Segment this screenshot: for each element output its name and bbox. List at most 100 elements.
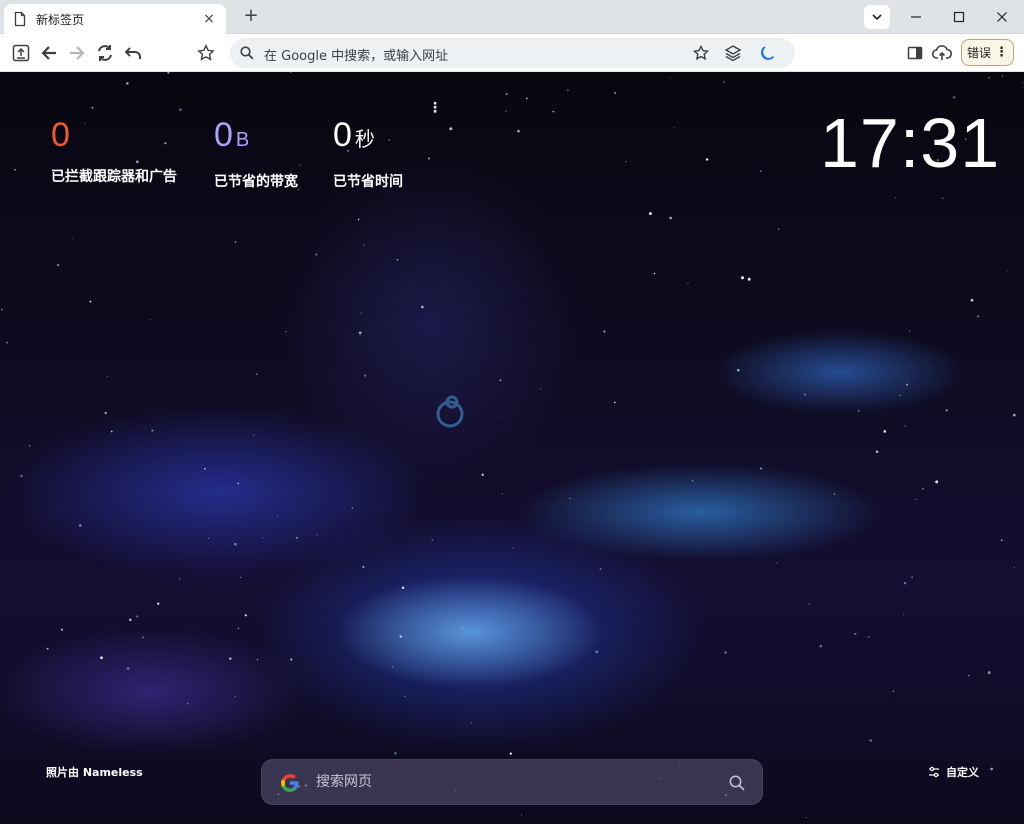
undo-button[interactable]: [122, 42, 144, 64]
address-bar[interactable]: 在 Google 中搜索，或输入网址: [230, 38, 795, 68]
star: [512, 547, 514, 549]
bandwidth-count: 0B: [214, 116, 250, 154]
star: [481, 473, 484, 476]
star: [894, 197, 896, 199]
star: [470, 722, 473, 724]
star: [854, 632, 857, 636]
minimize-icon: [911, 16, 921, 18]
star: [315, 253, 318, 256]
star: [967, 674, 970, 677]
search-icon[interactable]: [728, 774, 746, 792]
star: [723, 81, 725, 83]
error-label: 错误: [966, 46, 991, 60]
star: [977, 315, 979, 318]
web-search-box[interactable]: [261, 759, 763, 805]
star: [867, 635, 870, 638]
watermark-logo: [436, 395, 464, 428]
star: [363, 374, 367, 377]
star: [256, 658, 259, 661]
reload-button[interactable]: [94, 42, 116, 64]
star: [648, 212, 652, 216]
photo-credit-link[interactable]: 照片由 Nameless: [46, 764, 143, 780]
error-menu-button[interactable]: 错误 ⋮: [961, 39, 1014, 66]
dark-mode-moon-icon[interactable]: [758, 44, 776, 62]
maximize-button[interactable]: [937, 0, 981, 34]
web-search-input[interactable]: [316, 760, 716, 804]
bandwidth-unit: B: [235, 129, 250, 151]
customize-label: 自定义: [946, 766, 979, 779]
star: [208, 537, 210, 539]
stat-bandwidth-saved: 0B 已节省的带宽: [214, 116, 298, 191]
star: [857, 410, 860, 412]
star: [244, 614, 247, 617]
time-label: 已节省时间: [333, 174, 403, 190]
trackers-count: 0: [51, 116, 70, 154]
bandwidth-label: 已节省的带宽: [214, 174, 298, 190]
star: [904, 425, 906, 427]
star: [911, 576, 913, 579]
star: [1012, 413, 1016, 417]
star: [57, 264, 60, 267]
star: [533, 239, 535, 241]
title-bar: 新标签页 × +: [0, 0, 1024, 34]
star: [903, 582, 907, 585]
back-button[interactable]: [38, 42, 60, 64]
star: [362, 565, 365, 568]
close-icon: [997, 12, 1007, 22]
star: [461, 626, 463, 629]
upload-page-button[interactable]: [10, 42, 32, 64]
star: [906, 383, 909, 386]
star: [392, 666, 394, 668]
extension-layers-icon[interactable]: [724, 44, 742, 62]
star: [106, 375, 109, 378]
star: [567, 89, 569, 91]
star: [819, 644, 823, 648]
new-tab-button[interactable]: +: [240, 6, 262, 28]
star: [990, 767, 993, 771]
star: [1006, 270, 1008, 272]
star: [299, 164, 301, 166]
tab-search-button[interactable]: [864, 5, 890, 29]
star: [569, 497, 571, 500]
bookmark-star-icon[interactable]: [692, 44, 710, 62]
star: [91, 106, 94, 109]
star: [760, 467, 762, 470]
forward-button[interactable]: [66, 42, 88, 64]
star: [875, 450, 879, 454]
star: [653, 272, 656, 275]
star: [505, 110, 507, 112]
side-panel-icon: [907, 46, 923, 60]
stats-more-menu-icon[interactable]: ⋮: [428, 101, 442, 122]
star: [603, 330, 606, 333]
star: [157, 602, 160, 605]
star: [72, 238, 74, 240]
star: [178, 108, 182, 112]
star: [449, 127, 453, 131]
star: [150, 318, 152, 321]
bookmark-page-button[interactable]: [195, 42, 217, 64]
star: [234, 241, 237, 243]
cloud-sync-button[interactable]: [931, 42, 953, 64]
star: [892, 690, 895, 693]
trackers-label: 已拦截跟踪器和广告: [51, 169, 177, 185]
star: [1, 308, 3, 311]
star: [253, 434, 255, 436]
star: [833, 493, 836, 495]
star: [404, 695, 406, 697]
close-tab-icon[interactable]: ×: [200, 11, 218, 27]
minimize-button[interactable]: [894, 0, 938, 34]
star: [899, 394, 901, 396]
star: [229, 657, 232, 660]
tab-new-tab[interactable]: 新标签页 ×: [4, 4, 226, 34]
close-window-button[interactable]: [980, 0, 1024, 34]
toolbar: 在 Google 中搜索，或输入网址 错误 ⋮: [0, 34, 1024, 72]
side-panel-button[interactable]: [904, 42, 926, 64]
star: [316, 534, 318, 536]
customize-button[interactable]: 自定义: [928, 764, 979, 780]
star: [89, 300, 92, 303]
star: [357, 218, 360, 221]
star: [20, 474, 23, 478]
new-tab-page: 0 已拦截跟踪器和广告 0B 已节省的带宽 0秒 已节省时间 ⋮ 17:31 照…: [0, 72, 1024, 824]
export-icon: [12, 44, 30, 62]
star: [595, 650, 599, 654]
